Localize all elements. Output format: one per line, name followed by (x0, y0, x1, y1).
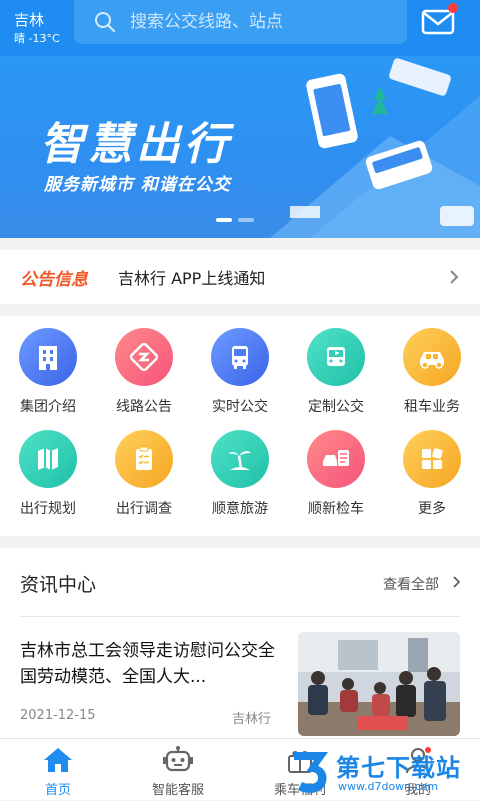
grid-item-realtime-bus[interactable]: 实时公交 (192, 316, 288, 416)
city-illustration (270, 58, 480, 238)
map-icon (19, 430, 77, 488)
promo-banner[interactable]: 智慧出行 服务新城市 和谐在公交 (0, 56, 480, 238)
grid-item-vehicle-inspection[interactable]: 顺新检车 (288, 418, 384, 518)
grid-item-car-rental[interactable]: 租车业务 (384, 316, 480, 416)
search-bar[interactable] (74, 0, 407, 44)
location-weather[interactable]: 吉林 晴 -13°C (0, 11, 70, 46)
news-center: 资讯中心 查看全部 吉林市总工会领导走访慰问公交全国劳动模范、全国人大... 2… (0, 548, 480, 738)
article-thumbnail[interactable] (298, 632, 460, 736)
grid-item-custom-bus[interactable]: 定制公交 (288, 316, 384, 416)
notice-bar[interactable]: 公告信息 吉林行 APP上线通知 (0, 250, 480, 304)
notice-text[interactable]: 吉林行 APP上线通知 (118, 265, 265, 289)
service-grid: 集团介绍 线路公告 实时公交 定制公交 租车业务 出行规划 出行调查 顺意旅游 … (0, 316, 480, 536)
city-name[interactable]: 吉林 (14, 11, 70, 29)
watermark-logo-icon (294, 752, 328, 793)
banner-title: 智慧出行 (40, 119, 232, 170)
tab-customer-service[interactable]: 智能客服 (130, 739, 226, 801)
search-icon (95, 12, 115, 32)
grid-label: 定制公交 (308, 399, 364, 415)
bus-icon (211, 328, 269, 386)
banner-dot-2[interactable] (238, 218, 254, 222)
grid-item-route-notice[interactable]: 线路公告 (96, 316, 192, 416)
watermark-text: 第七下载站 (336, 754, 461, 782)
banner-subtitle: 服务新城市 和谐在公交 (44, 175, 231, 195)
tab-label: 智能客服 (151, 783, 204, 798)
grid-item-travel[interactable]: 顺意旅游 (192, 418, 288, 518)
robot-icon (163, 746, 193, 772)
grid-label: 出行调查 (116, 501, 172, 517)
unread-dot (448, 3, 458, 13)
news-heading: 资讯中心 (20, 574, 97, 596)
banner-dot-1[interactable] (216, 218, 232, 222)
grid-label: 线路公告 (116, 399, 172, 415)
weather-text: 晴 -13°C (14, 31, 60, 45)
more-grid-icon (403, 430, 461, 488)
chevron-right-icon (453, 576, 461, 588)
grid-label: 集团介绍 (20, 399, 76, 415)
divider (20, 616, 460, 617)
article-date: 2021-12-15 (20, 708, 96, 723)
grid-label: 顺新检车 (308, 501, 364, 517)
watermark-url: www.d7down.com (338, 780, 439, 793)
article-title[interactable]: 吉林市总工会领导走访慰问公交全国劳动模范、全国人大... (20, 638, 280, 690)
banner-pagination (216, 218, 254, 222)
grid-label: 更多 (418, 501, 446, 517)
home-icon (44, 748, 72, 772)
view-all-link[interactable]: 查看全部 (383, 574, 439, 594)
palm-tree-icon (211, 430, 269, 488)
grid-item-trip-survey[interactable]: 出行调查 (96, 418, 192, 518)
grid-item-group-intro[interactable]: 集团介绍 (0, 316, 96, 416)
site-watermark: 第七下载站 www.d7down.com (284, 742, 480, 800)
car-icon (403, 328, 461, 386)
car-check-icon (307, 430, 365, 488)
message-button[interactable] (420, 3, 460, 38)
grid-label: 出行规划 (20, 501, 76, 517)
top-header: 吉林 晴 -13°C (0, 0, 480, 56)
survey-icon (115, 430, 173, 488)
article-source: 吉林行 (232, 712, 272, 727)
route-icon (115, 328, 173, 386)
grid-label: 租车业务 (404, 399, 460, 415)
search-input[interactable] (130, 12, 370, 32)
tab-label: 首页 (44, 783, 71, 798)
grid-label: 顺意旅游 (212, 501, 268, 517)
tab-home[interactable]: 首页 (10, 739, 106, 801)
custom-bus-icon (307, 328, 365, 386)
grid-item-trip-planning[interactable]: 出行规划 (0, 418, 96, 518)
chevron-right-icon (450, 270, 459, 284)
building-icon (19, 328, 77, 386)
notice-tag: 公告信息 (20, 269, 88, 290)
grid-item-more[interactable]: 更多 (384, 418, 480, 518)
grid-label: 实时公交 (212, 399, 268, 415)
